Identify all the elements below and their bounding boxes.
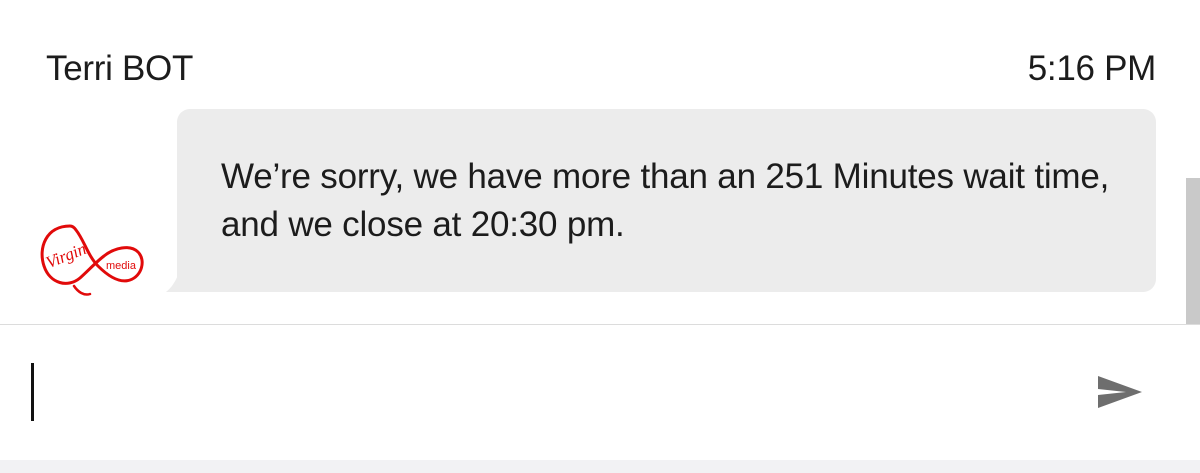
bottom-bar <box>0 460 1200 473</box>
message-text: We’re sorry, we have more than an 251 Mi… <box>221 157 1110 244</box>
message-header: Terri BOT 5:16 PM <box>0 0 1200 110</box>
logo-virgin-text: Virgin <box>43 239 89 272</box>
message-bubble: We’re sorry, we have more than an 251 Mi… <box>177 109 1156 292</box>
sender-name: Terri BOT <box>46 49 194 88</box>
virgin-media-logo-icon: Virgin media <box>34 218 152 298</box>
message-list: Terri BOT 5:16 PM Virgin media We’re sor… <box>0 0 1200 324</box>
message-timestamp: 5:16 PM <box>1027 49 1157 88</box>
text-cursor <box>31 363 34 421</box>
send-button[interactable] <box>1090 370 1146 414</box>
composer <box>0 325 1200 460</box>
message-input[interactable] <box>24 355 1064 435</box>
send-arrow-icon <box>1098 376 1142 408</box>
chat-scrollbar[interactable] <box>1186 178 1200 324</box>
logo-media-text: media <box>106 260 137 272</box>
chat-screen: Terri BOT 5:16 PM Virgin media We’re sor… <box>0 0 1200 473</box>
